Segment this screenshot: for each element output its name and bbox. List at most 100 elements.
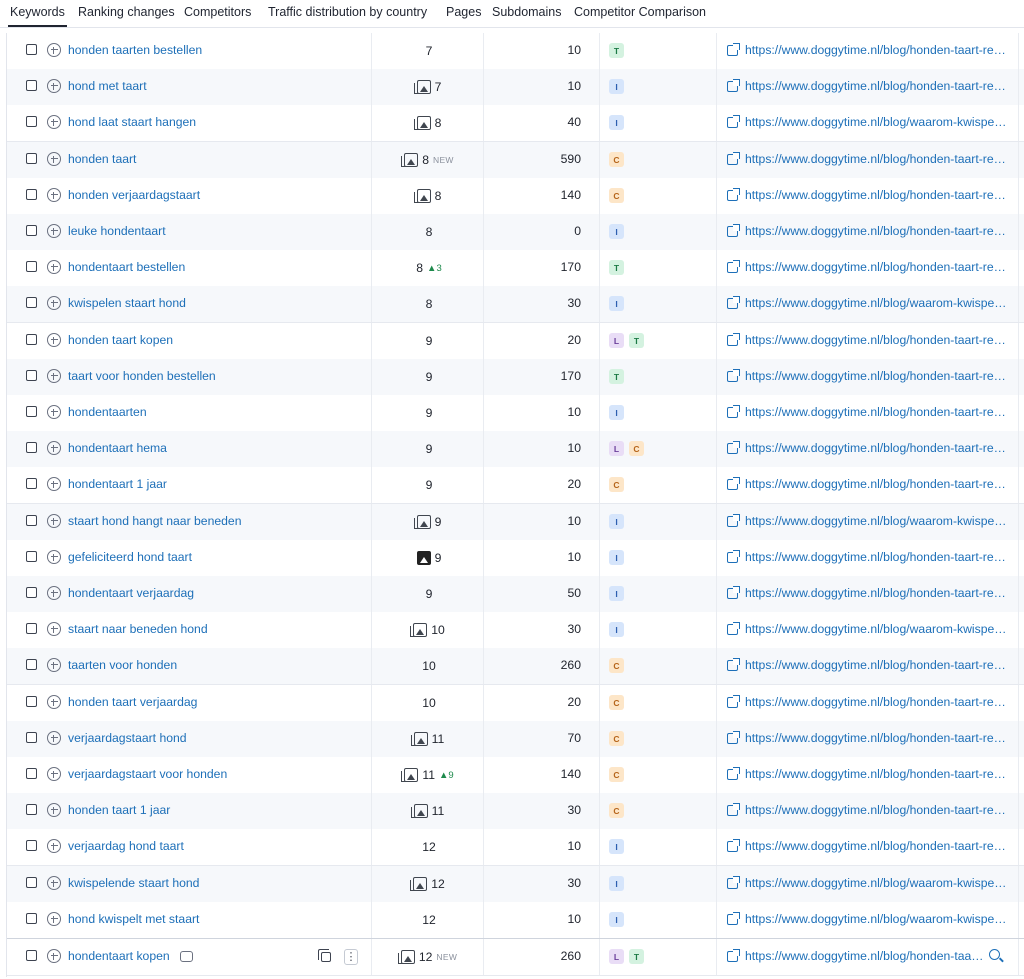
url-link[interactable]: https://www.doggytime.nl/blog/honden-taa… [745, 441, 1007, 455]
table-row[interactable]: hondentaart verjaardag 9 50 Ihttps://www.do… [7, 576, 1024, 613]
row-checkbox[interactable] [26, 515, 37, 526]
row-checkbox[interactable] [26, 696, 37, 707]
external-link-icon[interactable] [727, 514, 740, 527]
keyword-link[interactable]: hond laat staart hangen [68, 115, 196, 129]
add-to-list-icon[interactable] [47, 586, 61, 600]
row-checkbox[interactable] [26, 225, 37, 236]
keyword-link[interactable]: honden taarten bestellen [68, 43, 202, 57]
table-row[interactable]: honden taart kopen 9 20 L Thttps://www.doggy… [7, 323, 1024, 360]
keyword-link[interactable]: leuke hondentaart [68, 224, 166, 238]
url-link[interactable]: https://www.doggytime.nl/blog/honden-taa… [745, 803, 1007, 817]
external-link-icon[interactable] [727, 550, 740, 563]
row-checkbox[interactable] [26, 623, 37, 634]
external-link-icon[interactable] [727, 224, 740, 237]
table-row[interactable]: hond laat staart hangen 8 40 Ihttps://www.d… [7, 105, 1024, 142]
table-row[interactable]: leuke hondentaart 8 0 Ihttps://www.doggytim… [7, 214, 1024, 251]
keyword-link[interactable]: honden verjaardagstaart [68, 188, 200, 202]
serp-snapshot-icon[interactable] [180, 951, 193, 962]
table-row[interactable]: hondentaart hema 9 10 L Chttps://www.doggyti… [7, 431, 1024, 468]
keyword-link[interactable]: taart voor honden bestellen [68, 369, 216, 383]
url-link[interactable]: https://www.doggytime.nl/blog/waarom-kwi… [745, 622, 1007, 636]
row-checkbox[interactable] [26, 478, 37, 489]
table-row[interactable]: verjaardag hond taart 12 10 Ihttps://www.do… [7, 829, 1024, 866]
table-row[interactable]: taarten voor honden 10 260 Chttps://www.dog… [7, 648, 1024, 685]
url-link[interactable]: https://www.doggytime.nl/blog/honden-taa… [745, 695, 1007, 709]
add-to-list-icon[interactable] [47, 369, 61, 383]
external-link-icon[interactable] [727, 296, 740, 309]
keyword-link[interactable]: hondentaart hema [68, 441, 167, 455]
add-to-list-icon[interactable] [47, 333, 61, 347]
table-row[interactable]: honden taarten bestellen 7 10 Thttps://www.… [7, 33, 1024, 70]
url-link[interactable]: https://www.doggytime.nl/blog/honden-taa… [745, 152, 1007, 166]
url-link[interactable]: https://www.doggytime.nl/blog/honden-taa… [745, 188, 1007, 202]
row-checkbox[interactable] [26, 877, 37, 888]
url-link[interactable]: https://www.doggytime.nl/blog/honden-taa… [745, 731, 1007, 745]
external-link-icon[interactable] [727, 79, 740, 92]
external-link-icon[interactable] [727, 441, 740, 454]
url-link[interactable]: https://www.doggytime.nl/blog/honden-taa… [745, 333, 1007, 347]
row-checkbox[interactable] [26, 153, 37, 164]
external-link-icon[interactable] [727, 405, 740, 418]
table-row[interactable]: honden taart 1 jaar 11 30 Chttps://www.dogg… [7, 793, 1024, 830]
table-row[interactable]: hond kwispelt met staart 12 10 Ihttps://www… [7, 902, 1024, 939]
add-to-list-icon[interactable] [47, 115, 61, 129]
external-link-icon[interactable] [727, 188, 740, 201]
external-link-icon[interactable] [727, 767, 740, 780]
url-link[interactable]: https://www.doggytime.nl/blog/honden-taa… [745, 260, 1007, 274]
keyword-link[interactable]: staart hond hangt naar beneden [68, 514, 241, 528]
url-link[interactable]: https://www.doggytime.nl/blog/honden-taa… [745, 767, 1007, 781]
add-to-list-icon[interactable] [47, 152, 61, 166]
add-to-list-icon[interactable] [47, 912, 61, 926]
keyword-link[interactable]: kwispelende staart hond [68, 876, 199, 890]
table-row[interactable]: hondentaarten 9 10 Ihttps://www.doggytime.n… [7, 395, 1024, 432]
row-checkbox[interactable] [26, 950, 37, 961]
url-link[interactable]: https://www.doggytime.nl/blog/honden-taa… [745, 550, 1007, 564]
row-checkbox[interactable] [26, 913, 37, 924]
tab-traffic-distribution-by-country[interactable]: Traffic distribution by country [268, 5, 427, 19]
external-link-icon[interactable] [727, 695, 740, 708]
keyword-link[interactable]: taarten voor honden [68, 658, 177, 672]
row-checkbox[interactable] [26, 44, 37, 55]
more-options-icon[interactable]: ⋮ [344, 949, 358, 965]
tab-pages[interactable]: Pages [446, 5, 481, 19]
url-link[interactable]: https://www.doggytime.nl/blog/waarom-kwi… [745, 115, 1007, 129]
external-link-icon[interactable] [727, 43, 740, 56]
external-link-icon[interactable] [727, 949, 740, 962]
table-row[interactable]: taart voor honden bestellen 9 170 Thttps://… [7, 359, 1024, 396]
table-row[interactable]: hondentaart 1 jaar 9 20 Chttps://www.doggyt… [7, 467, 1024, 504]
table-row[interactable]: honden taart verjaardag 10 20 Chttps://www.… [7, 685, 1024, 722]
table-row[interactable]: hondentaart bestellen 8 ▲3 170 Thttps://www.… [7, 250, 1024, 287]
row-checkbox[interactable] [26, 768, 37, 779]
keyword-link[interactable]: hondentaart 1 jaar [68, 477, 167, 491]
row-checkbox[interactable] [26, 370, 37, 381]
external-link-icon[interactable] [727, 839, 740, 852]
url-link[interactable]: https://www.doggytime.nl/blog/honden-taa… [745, 43, 1007, 57]
url-link[interactable]: https://www.doggytime.nl/blog/honden-taa… [745, 477, 1007, 491]
row-checkbox[interactable] [26, 442, 37, 453]
table-row[interactable]: verjaardagstaart voor honden 11 ▲9 140 Chttp… [7, 757, 1024, 794]
table-row[interactable]: kwispelende staart hond 12 30 Ihttps://www.… [7, 866, 1024, 903]
add-to-list-icon[interactable] [47, 695, 61, 709]
table-row[interactable]: kwispelen staart hond 8 30 Ihttps://www.dog… [7, 286, 1024, 323]
url-link[interactable]: https://www.doggytime.nl/blog/honden-taa… [745, 949, 987, 963]
external-link-icon[interactable] [727, 731, 740, 744]
url-link[interactable]: https://www.doggytime.nl/blog/waarom-kwi… [745, 912, 1007, 926]
table-row[interactable]: hond met taart 7 10 Ihttps://www.doggytime.… [7, 69, 1024, 106]
url-link[interactable]: https://www.doggytime.nl/blog/honden-taa… [745, 658, 1007, 672]
table-row[interactable]: honden verjaardagstaart 8 140 Chttps://www.… [7, 178, 1024, 215]
row-checkbox[interactable] [26, 587, 37, 598]
external-link-icon[interactable] [727, 152, 740, 165]
keyword-link[interactable]: gefeliciteerd hond taart [68, 550, 192, 564]
table-row[interactable]: hondentaart kopen ⋮ 12 NEW 260 L Thttps://www.… [7, 938, 1024, 976]
table-row[interactable]: staart hond hangt naar beneden 9 10 Ihttps:… [7, 504, 1024, 541]
add-to-list-icon[interactable] [47, 803, 61, 817]
table-row[interactable]: honden taart 8 NEW 590 Chttps://www.doggytim… [7, 142, 1024, 179]
copy-icon[interactable] [318, 949, 331, 962]
keyword-link[interactable]: hondentaart kopen [68, 949, 170, 963]
keyword-link[interactable]: hondentaarten [68, 405, 147, 419]
tab-competitors[interactable]: Competitors [184, 5, 251, 19]
zoom-icon[interactable] [989, 949, 1000, 960]
external-link-icon[interactable] [727, 369, 740, 382]
keyword-link[interactable]: verjaardagstaart hond [68, 731, 187, 745]
external-link-icon[interactable] [727, 260, 740, 273]
